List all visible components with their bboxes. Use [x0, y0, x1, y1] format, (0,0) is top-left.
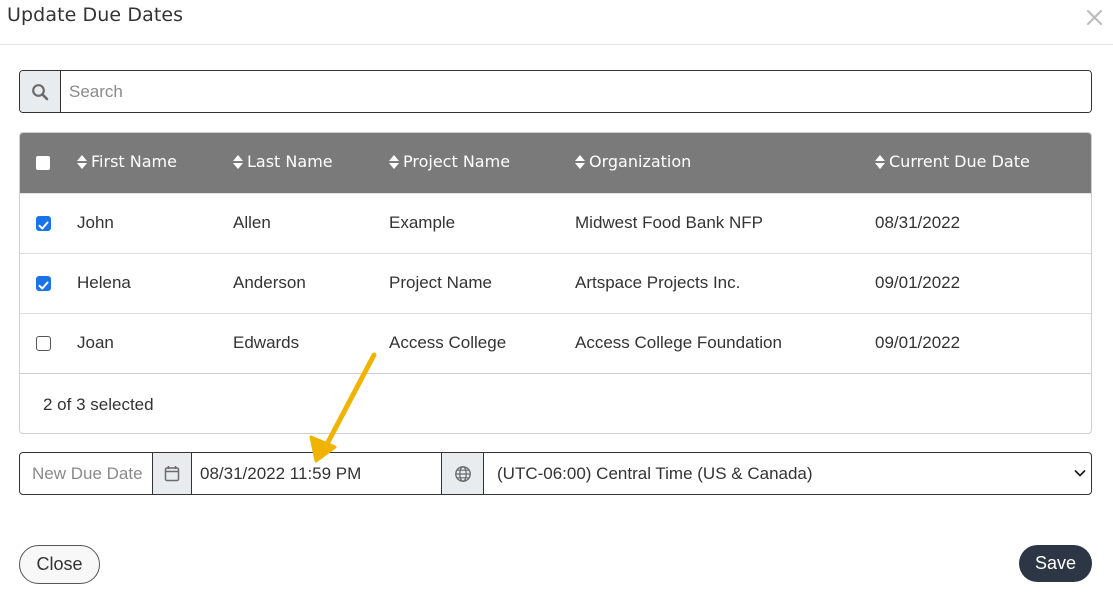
table-row: John Allen Example Midwest Food Bank NFP… — [20, 193, 1091, 253]
check-icon — [38, 281, 49, 290]
check-icon — [38, 221, 49, 230]
cell-project-name: Example — [389, 213, 456, 232]
calendar-icon — [164, 466, 180, 482]
cell-last-name: Edwards — [233, 333, 300, 352]
cell-first-name: Helena — [77, 273, 131, 292]
cell-due-date: 08/31/2022 — [875, 213, 961, 232]
timezone-addon — [442, 453, 484, 494]
column-first-name[interactable]: First Name — [76, 152, 177, 171]
column-last-name[interactable]: Last Name — [232, 152, 333, 171]
due-date-group: New Due Date 08/31/2022 11:59 PM (UTC-06… — [19, 452, 1092, 495]
column-label: Last Name — [247, 152, 333, 171]
modal-title: Update Due Dates — [7, 4, 184, 26]
modal-header: Update Due Dates — [0, 0, 1113, 45]
cell-first-name: Joan — [77, 333, 114, 352]
row-checkbox[interactable] — [36, 216, 51, 231]
timezone-select[interactable]: (UTC-06:00) Central Time (US & Canada) — [484, 453, 1091, 494]
cell-last-name: Anderson — [233, 273, 306, 292]
column-label: Current Due Date — [889, 152, 1030, 171]
cell-first-name: John — [77, 213, 114, 232]
search-input[interactable] — [61, 71, 1091, 112]
row-checkbox[interactable] — [36, 336, 51, 351]
column-project-name[interactable]: Project Name — [388, 152, 510, 171]
row-checkbox[interactable] — [36, 276, 51, 291]
cell-organization: Artspace Projects Inc. — [575, 273, 741, 292]
sort-icon — [575, 154, 585, 169]
table-row: Joan Edwards Access College Access Colle… — [20, 313, 1091, 373]
save-button[interactable]: Save — [1019, 545, 1092, 582]
calendar-addon[interactable] — [153, 453, 192, 494]
selection-summary: 2 of 3 selected — [43, 395, 154, 414]
close-button[interactable]: Close — [19, 545, 100, 584]
select-all-checkbox[interactable] — [36, 156, 50, 170]
close-icon[interactable] — [1083, 6, 1105, 28]
cell-due-date: 09/01/2022 — [875, 273, 961, 292]
column-organization[interactable]: Organization — [574, 152, 691, 171]
cell-organization: Midwest Food Bank NFP — [575, 213, 764, 232]
cell-project-name: Access College — [389, 333, 507, 352]
table-footer: 2 of 3 selected — [20, 373, 1091, 433]
sort-icon — [233, 154, 243, 169]
cell-last-name: Allen — [233, 213, 271, 232]
sort-icon — [389, 154, 399, 169]
sort-icon — [77, 154, 87, 169]
sort-icon — [875, 154, 885, 169]
column-current-due-date[interactable]: Current Due Date — [874, 152, 1030, 171]
column-label: Project Name — [403, 152, 511, 171]
column-label: First Name — [91, 152, 177, 171]
search-group — [19, 70, 1092, 113]
globe-icon — [454, 465, 471, 482]
table-row: Helena Anderson Project Name Artspace Pr… — [20, 253, 1091, 313]
new-due-date-label: New Due Date — [20, 453, 153, 494]
search-addon — [20, 71, 61, 112]
recipients-table: First Name Last Name Project Name Organi… — [19, 132, 1092, 434]
column-label: Organization — [589, 152, 692, 171]
timezone-value: (UTC-06:00) Central Time (US & Canada) — [497, 463, 813, 483]
chevron-down-icon — [1074, 470, 1086, 477]
cell-organization: Access College Foundation — [575, 333, 782, 352]
table-header: First Name Last Name Project Name Organi… — [20, 133, 1091, 193]
search-icon — [32, 83, 49, 100]
cell-project-name: Project Name — [389, 273, 492, 292]
due-date-input[interactable]: 08/31/2022 11:59 PM — [192, 453, 442, 494]
cell-due-date: 09/01/2022 — [875, 333, 961, 352]
